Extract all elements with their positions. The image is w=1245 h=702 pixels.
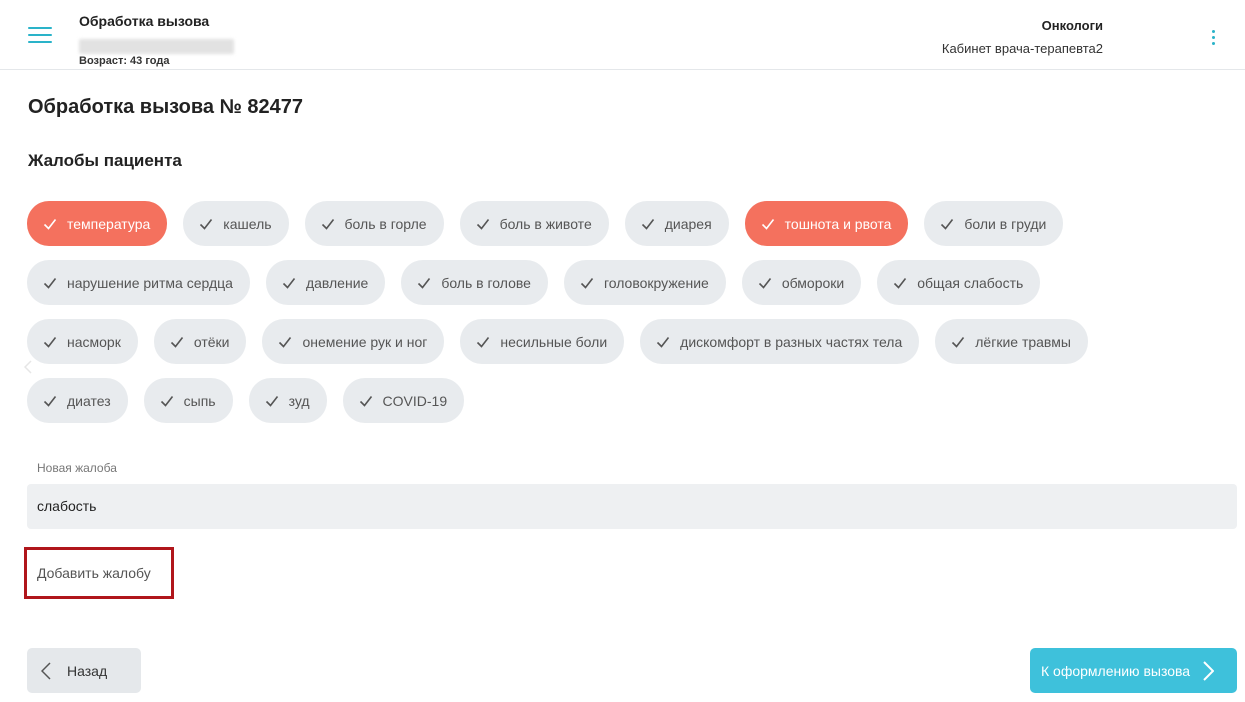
complaint-chip-row: насморк отёки онемение рук и ног несильные … xyxy=(27,319,1227,364)
complaint-chip-label: боль в животе xyxy=(499,215,592,232)
chevron-left-icon xyxy=(41,661,51,680)
new-complaint-label: Новая жалоба xyxy=(37,461,117,475)
complaint-chip[interactable]: температура xyxy=(27,201,168,246)
complaint-chip[interactable]: давление xyxy=(265,260,386,305)
complaint-chip-label: нарушение ритма сердца xyxy=(67,274,233,291)
complaint-chip[interactable]: насморк xyxy=(27,319,138,364)
complaint-chip[interactable]: боль в горле xyxy=(304,201,444,246)
proceed-button-label: К оформлению вызова xyxy=(1041,662,1191,679)
complaint-chip-row: температура кашель боль в горле боль в живо… xyxy=(27,201,1227,246)
check-icon xyxy=(200,218,213,230)
check-icon xyxy=(476,218,489,230)
check-icon xyxy=(418,277,431,289)
back-button[interactable]: Назад xyxy=(27,648,141,693)
back-button-label: Назад xyxy=(67,662,108,679)
cabinet-name[interactable]: Кабинет врача-терапевта2 xyxy=(942,41,1103,56)
complaint-chip[interactable]: диарея xyxy=(624,201,729,246)
department-name: Онкологи xyxy=(1041,18,1103,33)
check-icon xyxy=(282,277,296,289)
complaint-chip[interactable]: кашель xyxy=(183,201,289,246)
complaint-chip-label: обмороки xyxy=(781,274,845,291)
kebab-menu-icon[interactable] xyxy=(1208,30,1218,50)
check-icon xyxy=(761,218,774,230)
patient-age: Возраст: 43 года xyxy=(79,55,170,67)
check-icon xyxy=(43,218,57,230)
complaint-chip-row: нарушение ритма сердца давление боль в гол… xyxy=(27,260,1227,305)
header-user-info: Онкологи Кабинет врача-терапевта2 xyxy=(942,18,1103,56)
check-icon xyxy=(321,218,334,230)
complaint-chip-label: боли в груди xyxy=(964,215,1047,232)
check-icon xyxy=(43,336,57,348)
check-icon xyxy=(657,336,670,348)
complaint-chip[interactable]: боль в животе xyxy=(459,201,609,246)
complaint-chip-label: боль в горле xyxy=(344,215,427,232)
add-complaint-label: Добавить жалобу xyxy=(37,565,151,581)
complaint-chip[interactable]: тошнота и рвота xyxy=(744,201,909,246)
check-icon xyxy=(160,395,173,407)
complaint-chip[interactable]: сыпь xyxy=(143,378,233,423)
complaint-chip[interactable]: COVID-19 xyxy=(342,378,465,423)
check-icon xyxy=(279,336,292,348)
complaint-chip-row: диатез сыпь зуд COVID-19 xyxy=(27,378,1227,423)
complaint-chip-label: температура xyxy=(67,215,151,232)
complaint-chip-label: тошнота и рвота xyxy=(784,215,892,232)
complaint-chip-label: отёки xyxy=(193,333,230,350)
complaint-chip[interactable]: несильные боли xyxy=(460,319,625,364)
complaint-chip[interactable]: зуд xyxy=(248,378,327,423)
complaint-chip[interactable]: обмороки xyxy=(741,260,862,305)
proceed-to-call-button[interactable]: К оформлению вызова xyxy=(1030,648,1237,693)
complaint-chip-label: несильные боли xyxy=(500,333,608,350)
complaint-chip-label: диарея xyxy=(664,215,712,232)
complaint-chip-label: давление xyxy=(305,274,369,291)
chevron-left-icon xyxy=(24,360,32,374)
complaint-chip-label: боль в голове xyxy=(441,274,531,291)
header-title: Обработка вызова xyxy=(79,13,210,29)
hamburger-menu-icon[interactable] xyxy=(28,27,52,45)
complaint-chip[interactable]: дискомфорт в разных частях тела xyxy=(640,319,920,364)
check-icon xyxy=(580,277,594,289)
complaint-chip[interactable]: отёки xyxy=(153,319,247,364)
check-icon xyxy=(43,277,57,289)
new-complaint-input[interactable] xyxy=(27,484,1237,529)
complaint-chip[interactable]: головокружение xyxy=(563,260,726,305)
complaint-chip-label: COVID-19 xyxy=(382,392,448,409)
check-icon xyxy=(641,218,654,230)
complaint-chip-label: диатез xyxy=(67,392,111,409)
complaint-chip-label: дискомфорт в разных частях тела xyxy=(680,333,903,350)
check-icon xyxy=(265,395,278,407)
complaint-chip-label: онемение рук и ног xyxy=(302,333,428,350)
complaint-chips: температура кашель боль в горле боль в живо… xyxy=(27,201,1227,437)
complaint-chip-label: зуд xyxy=(288,392,310,409)
complaint-chip[interactable]: боли в груди xyxy=(924,201,1064,246)
complaint-chip-label: общая слабость xyxy=(917,274,1024,291)
complaint-chip[interactable]: лёгкие травмы xyxy=(935,319,1088,364)
complaint-chip-label: насморк xyxy=(67,333,121,350)
complaint-chip[interactable]: общая слабость xyxy=(877,260,1041,305)
check-icon xyxy=(477,336,490,348)
complaint-chip[interactable]: диатез xyxy=(27,378,128,423)
complaint-chip-label: головокружение xyxy=(603,274,709,291)
check-icon xyxy=(43,395,57,407)
complaint-chip[interactable]: онемение рук и ног xyxy=(262,319,445,364)
complaint-chip-label: кашель xyxy=(223,215,272,232)
app-header: Обработка вызова Возраст: 43 года Онколо… xyxy=(0,0,1245,70)
check-icon xyxy=(170,336,183,348)
page-title: Обработка вызова № 82477 xyxy=(28,96,304,118)
patient-name-redacted xyxy=(79,39,234,54)
check-icon xyxy=(941,218,954,230)
check-icon xyxy=(894,277,907,289)
add-complaint-button[interactable]: Добавить жалобу xyxy=(24,547,174,599)
chevron-right-icon xyxy=(1203,660,1215,681)
complaint-chip[interactable]: нарушение ритма сердца xyxy=(27,260,250,305)
check-icon xyxy=(952,336,965,348)
complaint-chip-label: лёгкие травмы xyxy=(975,333,1071,350)
check-icon xyxy=(758,277,771,289)
complaint-chip-label: сыпь xyxy=(183,392,216,409)
complaint-chip[interactable]: боль в голове xyxy=(401,260,548,305)
check-icon xyxy=(359,395,372,407)
section-title: Жалобы пациента xyxy=(28,151,182,170)
